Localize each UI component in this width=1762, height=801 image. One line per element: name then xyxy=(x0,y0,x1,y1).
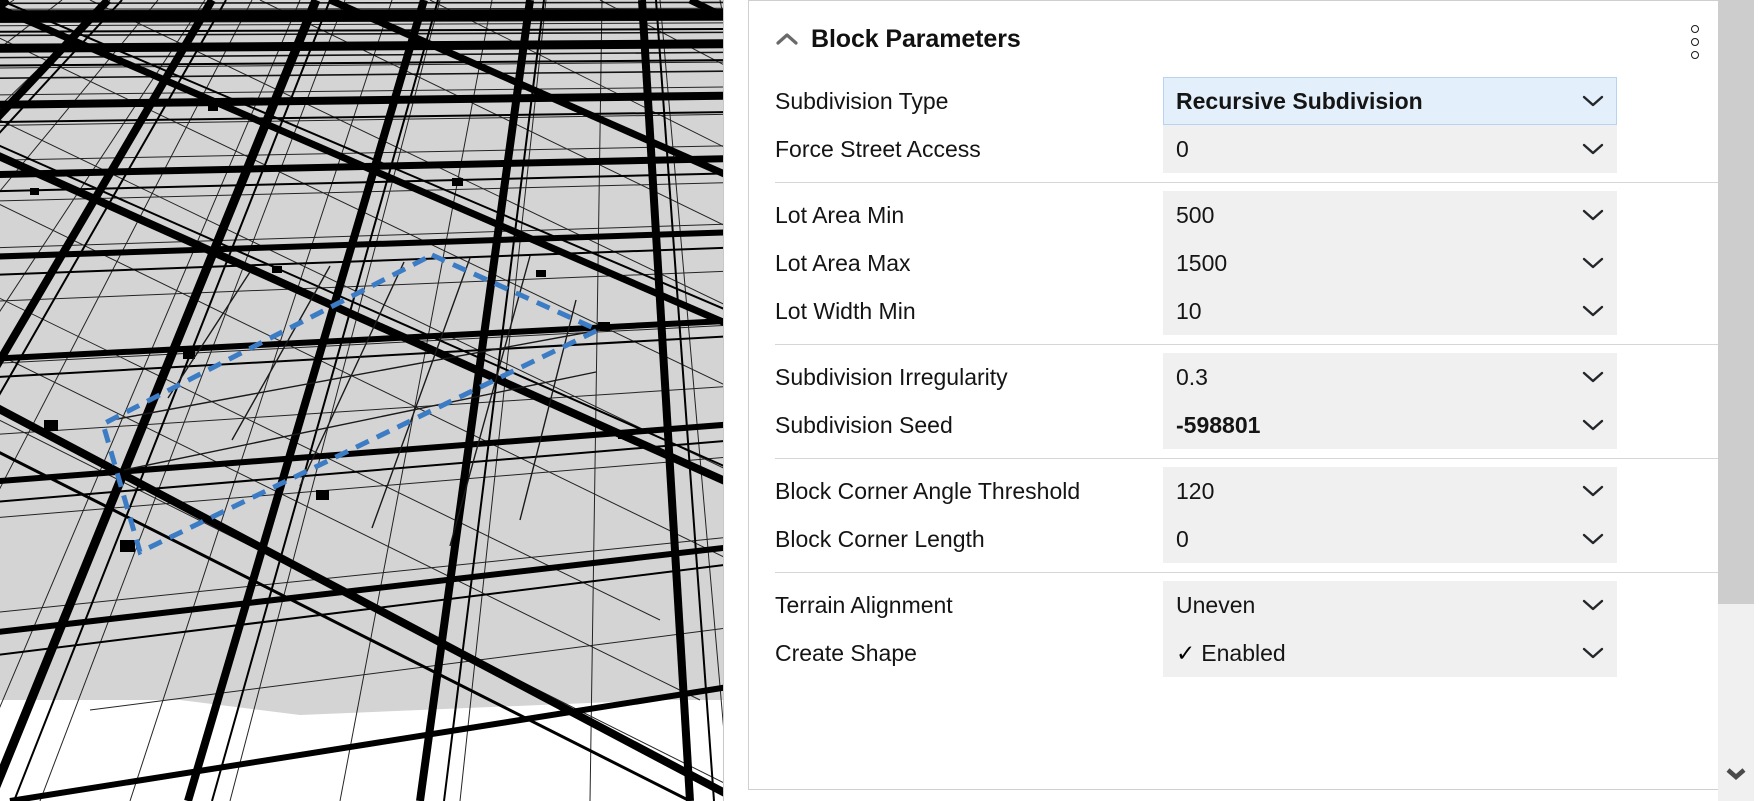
kebab-menu-icon[interactable] xyxy=(1687,25,1703,59)
parameter-value: Recursive Subdivision xyxy=(1176,87,1423,114)
parameter-value-dropdown[interactable]: Recursive Subdivision xyxy=(1163,77,1617,125)
chevron-up-icon[interactable] xyxy=(775,27,799,51)
parameter-label: Block Corner Angle Threshold xyxy=(775,477,1081,504)
parameter-value: -598801 xyxy=(1176,411,1261,438)
parameter-value: Uneven xyxy=(1176,591,1256,618)
application-window: Block Parameters Subdivision Type Recursi… xyxy=(0,0,1762,801)
scrollbar-thumb[interactable] xyxy=(1718,0,1754,604)
parameter-row: Block Corner Length 0 xyxy=(749,515,1725,563)
city-model-render xyxy=(0,0,723,801)
parameter-label: Block Corner Length xyxy=(775,525,985,552)
parameter-value-dropdown[interactable]: -598801 xyxy=(1163,401,1617,449)
parameter-value-dropdown[interactable]: ✓ Enabled xyxy=(1163,629,1617,677)
parameter-row: Block Corner Angle Threshold 120 xyxy=(749,467,1725,515)
parameter-row: Force Street Access 0 xyxy=(749,125,1725,173)
parameter-value-dropdown[interactable]: 0 xyxy=(1163,515,1617,563)
parameter-label: Terrain Alignment xyxy=(775,591,953,618)
parameter-row: Terrain Alignment Uneven xyxy=(749,581,1725,629)
parameter-value: 0.3 xyxy=(1176,363,1208,390)
parameter-group: Subdivision Irregularity 0.3 Subdivision S… xyxy=(749,344,1725,458)
chevron-down-icon[interactable] xyxy=(1580,88,1606,114)
chevron-down-icon[interactable] xyxy=(1580,364,1606,390)
parameter-value-dropdown[interactable]: 0 xyxy=(1163,125,1617,173)
parameter-label: Subdivision Seed xyxy=(775,411,953,438)
chevron-down-icon[interactable] xyxy=(1580,592,1606,618)
parameter-row: Subdivision Irregularity 0.3 xyxy=(749,353,1725,401)
parameter-group: Subdivision Type Recursive Subdivision For… xyxy=(749,77,1725,182)
parameter-label: Force Street Access xyxy=(775,135,981,162)
3d-viewport[interactable] xyxy=(0,0,724,801)
parameter-value-dropdown[interactable]: 120 xyxy=(1163,467,1617,515)
parameter-label: Subdivision Irregularity xyxy=(775,363,1008,390)
parameter-group: Block Corner Angle Threshold 120 Block Cor… xyxy=(749,458,1725,572)
chevron-down-icon[interactable] xyxy=(1580,202,1606,228)
checkmark-icon: ✓ xyxy=(1176,639,1196,666)
parameter-value-dropdown[interactable]: 0.3 xyxy=(1163,353,1617,401)
parameter-value: 0 xyxy=(1176,135,1189,162)
chevron-down-icon[interactable] xyxy=(1580,526,1606,552)
chevron-down-icon[interactable] xyxy=(1580,136,1606,162)
parameter-value: 10 xyxy=(1176,297,1202,324)
chevron-down-icon[interactable] xyxy=(1580,298,1606,324)
inspector-area: Block Parameters Subdivision Type Recursi… xyxy=(724,0,1762,801)
parameter-groups: Subdivision Type Recursive Subdivision For… xyxy=(749,77,1725,686)
parameter-value: 120 xyxy=(1176,477,1215,504)
parameter-label: Subdivision Type xyxy=(775,87,949,114)
parameter-value-dropdown[interactable]: Uneven xyxy=(1163,581,1617,629)
parameter-row: Create Shape ✓ Enabled xyxy=(749,629,1725,677)
chevron-down-icon[interactable] xyxy=(1580,412,1606,438)
chevron-down-icon[interactable] xyxy=(1580,640,1606,666)
panel-header: Block Parameters xyxy=(749,1,1725,77)
kebab-dot xyxy=(1691,38,1699,46)
parameter-value: 0 xyxy=(1176,525,1189,552)
parameter-value-dropdown[interactable]: 10 xyxy=(1163,287,1617,335)
parameter-value-dropdown[interactable]: 500 xyxy=(1163,191,1617,239)
parameter-label: Lot Width Min xyxy=(775,297,916,324)
parameter-row: Lot Area Max 1500 xyxy=(749,239,1725,287)
page-title: Block Parameters xyxy=(811,24,1021,53)
kebab-dot xyxy=(1691,51,1699,59)
parameter-label: Lot Area Max xyxy=(775,249,911,276)
parameter-value: Enabled xyxy=(1201,639,1286,666)
parameter-group: Lot Area Min 500 Lot Area Max 1500 Lot Width… xyxy=(749,182,1725,344)
chevron-down-icon[interactable] xyxy=(1580,250,1606,276)
chevron-down-icon[interactable] xyxy=(1718,759,1754,787)
block-parameters-panel: Block Parameters Subdivision Type Recursi… xyxy=(748,0,1726,790)
parameter-label: Lot Area Min xyxy=(775,201,905,228)
parameter-row: Subdivision Seed -598801 xyxy=(749,401,1725,449)
parameter-label: Create Shape xyxy=(775,639,917,666)
parameter-value: 1500 xyxy=(1176,249,1228,276)
parameter-value-dropdown[interactable]: 1500 xyxy=(1163,239,1617,287)
kebab-dot xyxy=(1691,25,1699,33)
parameter-row: Lot Width Min 10 xyxy=(749,287,1725,335)
vertical-scrollbar[interactable] xyxy=(1718,0,1754,801)
parameter-row: Subdivision Type Recursive Subdivision xyxy=(749,77,1725,125)
parameter-value: 500 xyxy=(1176,201,1215,228)
chevron-down-icon[interactable] xyxy=(1580,478,1606,504)
parameter-row: Lot Area Min 500 xyxy=(749,191,1725,239)
parameter-group: Terrain Alignment Uneven Create Shape ✓ Enab… xyxy=(749,572,1725,686)
